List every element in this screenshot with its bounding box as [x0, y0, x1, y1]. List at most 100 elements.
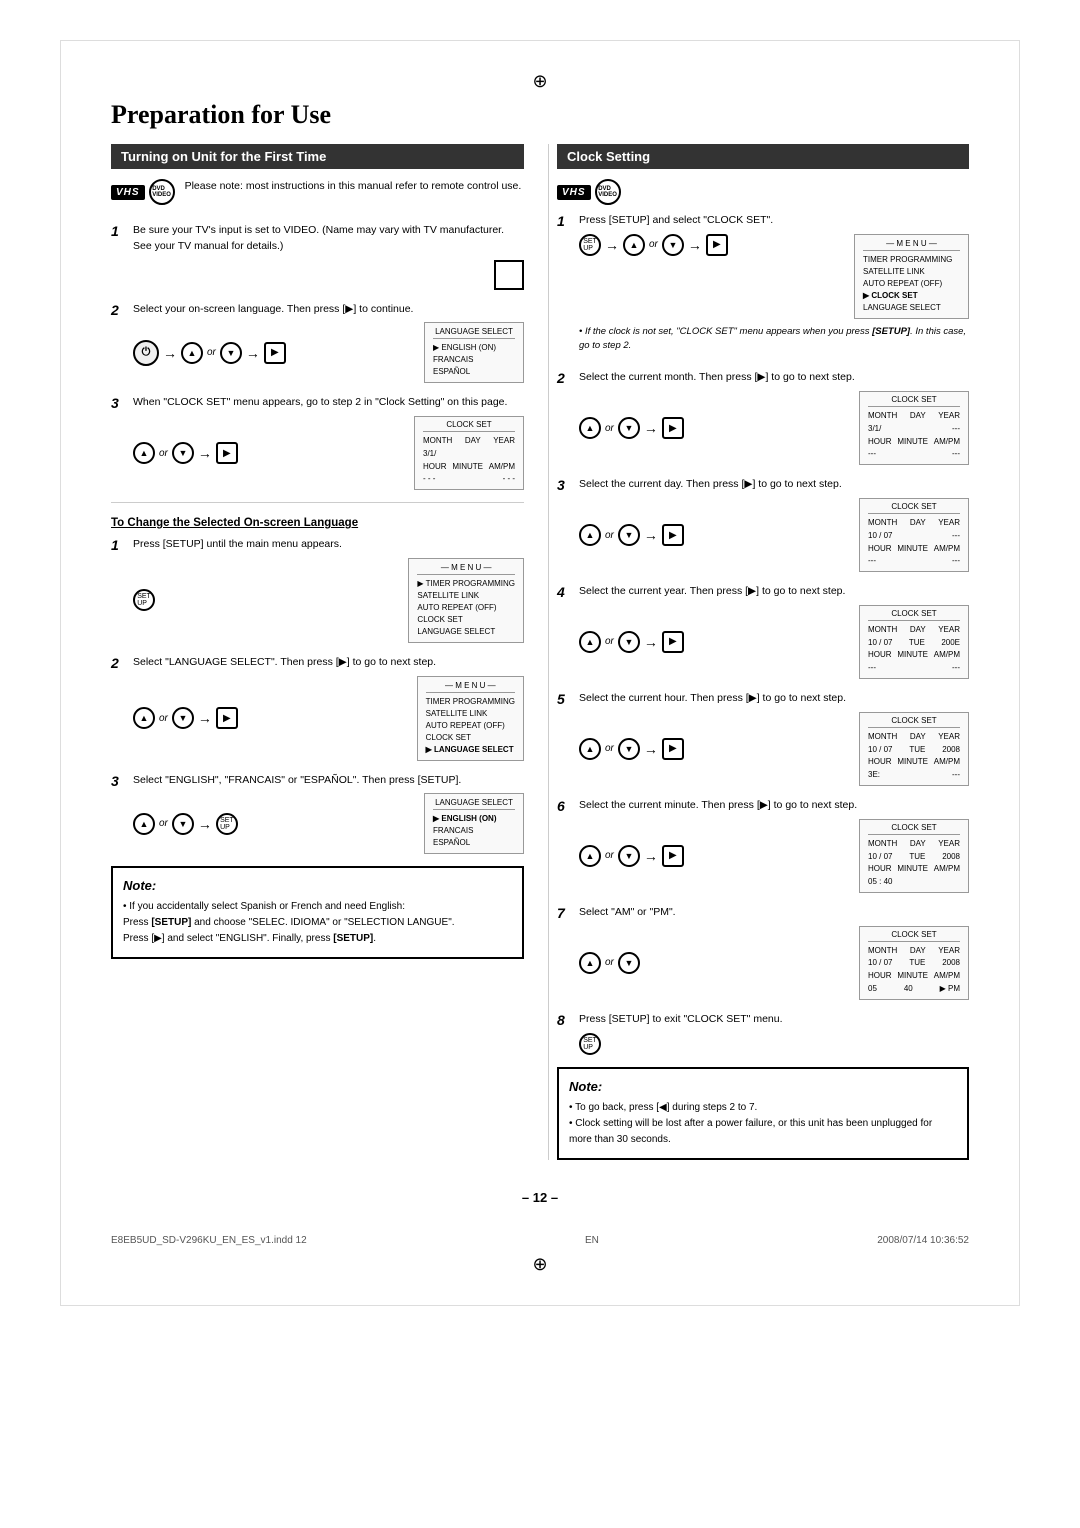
or-cs6: or — [605, 850, 614, 861]
clock-screen-cs3: CLOCK SET MONTHDAYYEAR 10 / 07--- HOURMI… — [859, 498, 969, 572]
step2-diagram: ⏻ → ▲ or ▼ → ▶ — [133, 340, 286, 366]
clock-screen-step3: CLOCK SET MONTHDAYYEAR 3/1/ HOURMINUTEAM… — [414, 416, 524, 490]
menu-screen-title-2: — M E N U — — [426, 681, 515, 693]
play-icon-cs1: ▶ — [706, 234, 728, 256]
play-cs4: ▶ — [662, 631, 684, 653]
or-cs7: or — [605, 957, 614, 968]
clock-screen-cs4: CLOCK SET MONTHDAYYEAR 10 / 07TUE200E HO… — [859, 605, 969, 679]
play-btn-icon: ▶ — [264, 342, 286, 364]
clock-step-1: 1 Press [SETUP] and select "CLOCK SET". … — [557, 213, 969, 358]
arrow-3: → — [198, 445, 212, 461]
substep-num-2: 2 — [111, 655, 125, 671]
note-text-left: • If you accidentally select Spanish or … — [123, 899, 512, 947]
menu-cs1-auto: AUTO REPEAT (OFF) — [863, 278, 960, 290]
arr-cs2: → — [644, 420, 658, 436]
right-column: Clock Setting VHS DVDVIDEO 1 Press [SETU… — [548, 144, 969, 1160]
step-text-3: When "CLOCK SET" menu appears, go to ste… — [133, 395, 524, 411]
arrow-2: → — [246, 345, 260, 361]
or-cs5: or — [605, 743, 614, 754]
arrow-cs1b: → — [688, 237, 702, 253]
step-content-1: Be sure your TV's input is set to VIDEO.… — [133, 223, 524, 290]
cs4-title: CLOCK SET — [868, 609, 960, 621]
menu-item-auto-1: AUTO REPEAT (OFF) — [417, 602, 515, 614]
substep-text-1: Press [SETUP] until the main menu appear… — [133, 537, 524, 553]
step-text-2: Select your on-screen language. Then pre… — [133, 302, 524, 318]
or-cs1: or — [649, 239, 658, 250]
clock-step-7: 7 Select "AM" or "PM". ▲ or ▼ CLOCK SET — [557, 905, 969, 1000]
clock-step-num-6: 6 — [557, 798, 571, 814]
clock-step-text-6: Select the current minute. Then press [▶… — [579, 798, 969, 814]
clock-step-4: 4 Select the current year. Then press [▶… — [557, 584, 969, 679]
substep2-diagram: ▲ or ▼ → ▶ — [133, 707, 238, 729]
arrow-sub3: → — [198, 816, 212, 832]
clock-step-text-3: Select the current day. Then press [▶] t… — [579, 477, 969, 493]
or-cs3: or — [605, 530, 614, 541]
menu-cs1-sat: SATELLITE LINK — [863, 266, 960, 278]
step-text-1: Be sure your TV's input is set to VIDEO.… — [133, 223, 524, 255]
down-btn-sub3: ▼ — [172, 813, 194, 835]
clock-step-text-2: Select the current month. Then press [▶]… — [579, 370, 969, 386]
step3-diagram: ▲ or ▼ → ▶ — [133, 442, 238, 464]
lang-item-espanol-sub3: ESPAÑOL — [433, 837, 515, 849]
arr-cs6: → — [644, 848, 658, 864]
or-cs2: or — [605, 423, 614, 434]
vhs-badge-left: VHS DVDVIDEO — [111, 179, 175, 205]
menu-item-clock-2: CLOCK SET — [426, 732, 515, 744]
up-btn-icon-2: ▲ — [133, 442, 155, 464]
arrow-cs1: → — [605, 237, 619, 253]
page-wrapper: ⊕ Preparation for Use Turning on Unit fo… — [60, 40, 1020, 1306]
menu-item-satellite-2: SATELLITE LINK — [426, 708, 515, 720]
substep-1: 1 Press [SETUP] until the main menu appe… — [111, 537, 524, 643]
play-cs6: ▶ — [662, 845, 684, 867]
clock-step-content-5: Select the current hour. Then press [▶] … — [579, 691, 969, 786]
clock-time-labels: HOURMINUTEAM/PM — [423, 461, 515, 474]
down-cs4: ▼ — [618, 631, 640, 653]
up-cs5: ▲ — [579, 738, 601, 760]
vhs-logo-right: VHS — [557, 185, 591, 200]
lang-screen-title-sub3: LANGUAGE SELECT — [433, 798, 515, 810]
clock-step-num-5: 5 — [557, 691, 571, 707]
note-text-right-1: • To go back, press [◀] during steps 2 t… — [569, 1100, 957, 1116]
clock-step-content-7: Select "AM" or "PM". ▲ or ▼ CLOCK SET MO… — [579, 905, 969, 1000]
power-btn-icon: ⏻ — [133, 340, 159, 366]
up-cs7: ▲ — [579, 952, 601, 974]
clock-step1-note: • If the clock is not set, "CLOCK SET" m… — [579, 325, 969, 354]
lang-screen-sub3: LANGUAGE SELECT ENGLISH (ON) FRANCAIS ES… — [424, 793, 524, 854]
dvd-logo: DVDVIDEO — [149, 179, 175, 205]
up-btn-icon: ▲ — [181, 342, 203, 364]
down-cs6: ▼ — [618, 845, 640, 867]
clock-step-3: 3 Select the current day. Then press [▶]… — [557, 477, 969, 572]
clock-step-5: 5 Select the current hour. Then press [▶… — [557, 691, 969, 786]
setup-icon-cs8: SETUP — [579, 1033, 601, 1055]
play-btn-sub2: ▶ — [216, 707, 238, 729]
arrow-sub2: → — [198, 710, 212, 726]
substep-num-1: 1 — [111, 537, 125, 553]
substep-text-2: Select "LANGUAGE SELECT". Then press [▶]… — [133, 655, 524, 671]
substep-content-3: Select "ENGLISH", "FRANCAIS" or "ESPAÑOL… — [133, 773, 524, 855]
substeps-list: 1 Press [SETUP] until the main menu appe… — [111, 537, 524, 854]
substep-num-3: 3 — [111, 773, 125, 789]
clock-step-content-8: Press [SETUP] to exit "CLOCK SET" menu. … — [579, 1012, 969, 1055]
cs7-title: CLOCK SET — [868, 930, 960, 942]
clock-step-content-6: Select the current minute. Then press [▶… — [579, 798, 969, 893]
clock-time-vals: - - -- - - — [423, 473, 515, 486]
clock-row-vals: 3/1/ — [423, 448, 515, 461]
menu-screen-2: — M E N U — TIMER PROGRAMMING SATELLITE … — [417, 676, 524, 761]
language-screen-step2: LANGUAGE SELECT ENGLISH (ON) FRANCAIS ES… — [424, 322, 524, 383]
clock-step-num-8: 8 — [557, 1012, 571, 1028]
arr-cs3: → — [644, 527, 658, 543]
clock-step-text-7: Select "AM" or "PM". — [579, 905, 969, 921]
play-cs5: ▶ — [662, 738, 684, 760]
clock-step-text-4: Select the current year. Then press [▶] … — [579, 584, 969, 600]
vhs-logo: VHS — [111, 185, 145, 200]
down-cs2: ▼ — [618, 417, 640, 439]
play-cs2: ▶ — [662, 417, 684, 439]
clock-screen-cs6: CLOCK SET MONTHDAYYEAR 10 / 07TUE2008 HO… — [859, 819, 969, 893]
up-cs2: ▲ — [579, 417, 601, 439]
arr-cs5: → — [644, 741, 658, 757]
substep-content-1: Press [SETUP] until the main menu appear… — [133, 537, 524, 643]
menu-item-clock-1: CLOCK SET — [417, 614, 515, 626]
screen-item-francais: FRANCAIS — [433, 354, 515, 366]
subsection-title: To Change the Selected On-screen Languag… — [111, 517, 524, 529]
lang-item-english-sub3: ENGLISH (ON) — [433, 813, 515, 825]
